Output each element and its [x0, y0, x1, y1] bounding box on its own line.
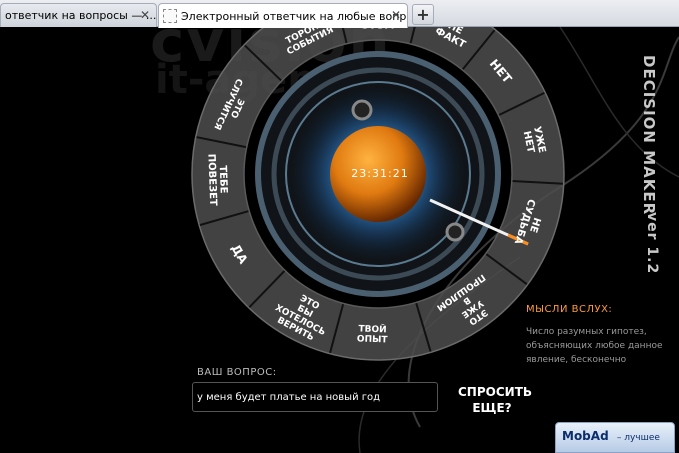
mobad-slogan: – лучшее: [616, 433, 660, 443]
tab-ask-questions[interactable]: ответчик на вопросы — ... ✕: [0, 3, 157, 27]
thoughts-heading: МЫСЛИ ВСЛУХ:: [526, 304, 613, 315]
page-icon: [163, 9, 177, 23]
page-content: cvision it-agency НЕТ УЖЕНЕТ НЕСУДЬБА ЭТ…: [0, 27, 679, 453]
close-icon[interactable]: ✕: [139, 9, 151, 21]
thoughts-text: Число разумных гипотез, объясняющих любо…: [526, 327, 663, 365]
tab-electronic-responder[interactable]: Электронный ответчик на любые вопро... ✕: [158, 3, 408, 28]
tab-label: Электронный ответчик на любые вопро...: [181, 9, 408, 23]
mobad-banner[interactable]: MobAd – лучшее: [555, 422, 675, 453]
app-version: ver 1.2: [644, 212, 660, 275]
app-title: DECISION MAKER: [640, 55, 658, 216]
tab-bar: ответчик на вопросы — ... ✕ Электронный …: [0, 0, 679, 28]
question-input[interactable]: [197, 390, 433, 404]
tab-label: ответчик на вопросы — ...: [5, 9, 157, 22]
clock-time: 23:31:21: [351, 167, 409, 180]
ask-again-button[interactable]: СПРОСИТЬ ЕЩЕ?: [458, 384, 532, 416]
close-icon[interactable]: ✕: [390, 9, 402, 21]
question-box: [192, 382, 438, 412]
wheel-answer-label: ТВОЙОПЫТ: [357, 322, 389, 345]
question-label: ВАШ ВОПРОС:: [197, 367, 277, 378]
mobad-brand: MobAd: [562, 429, 609, 443]
new-tab-button[interactable]: +: [412, 4, 434, 25]
